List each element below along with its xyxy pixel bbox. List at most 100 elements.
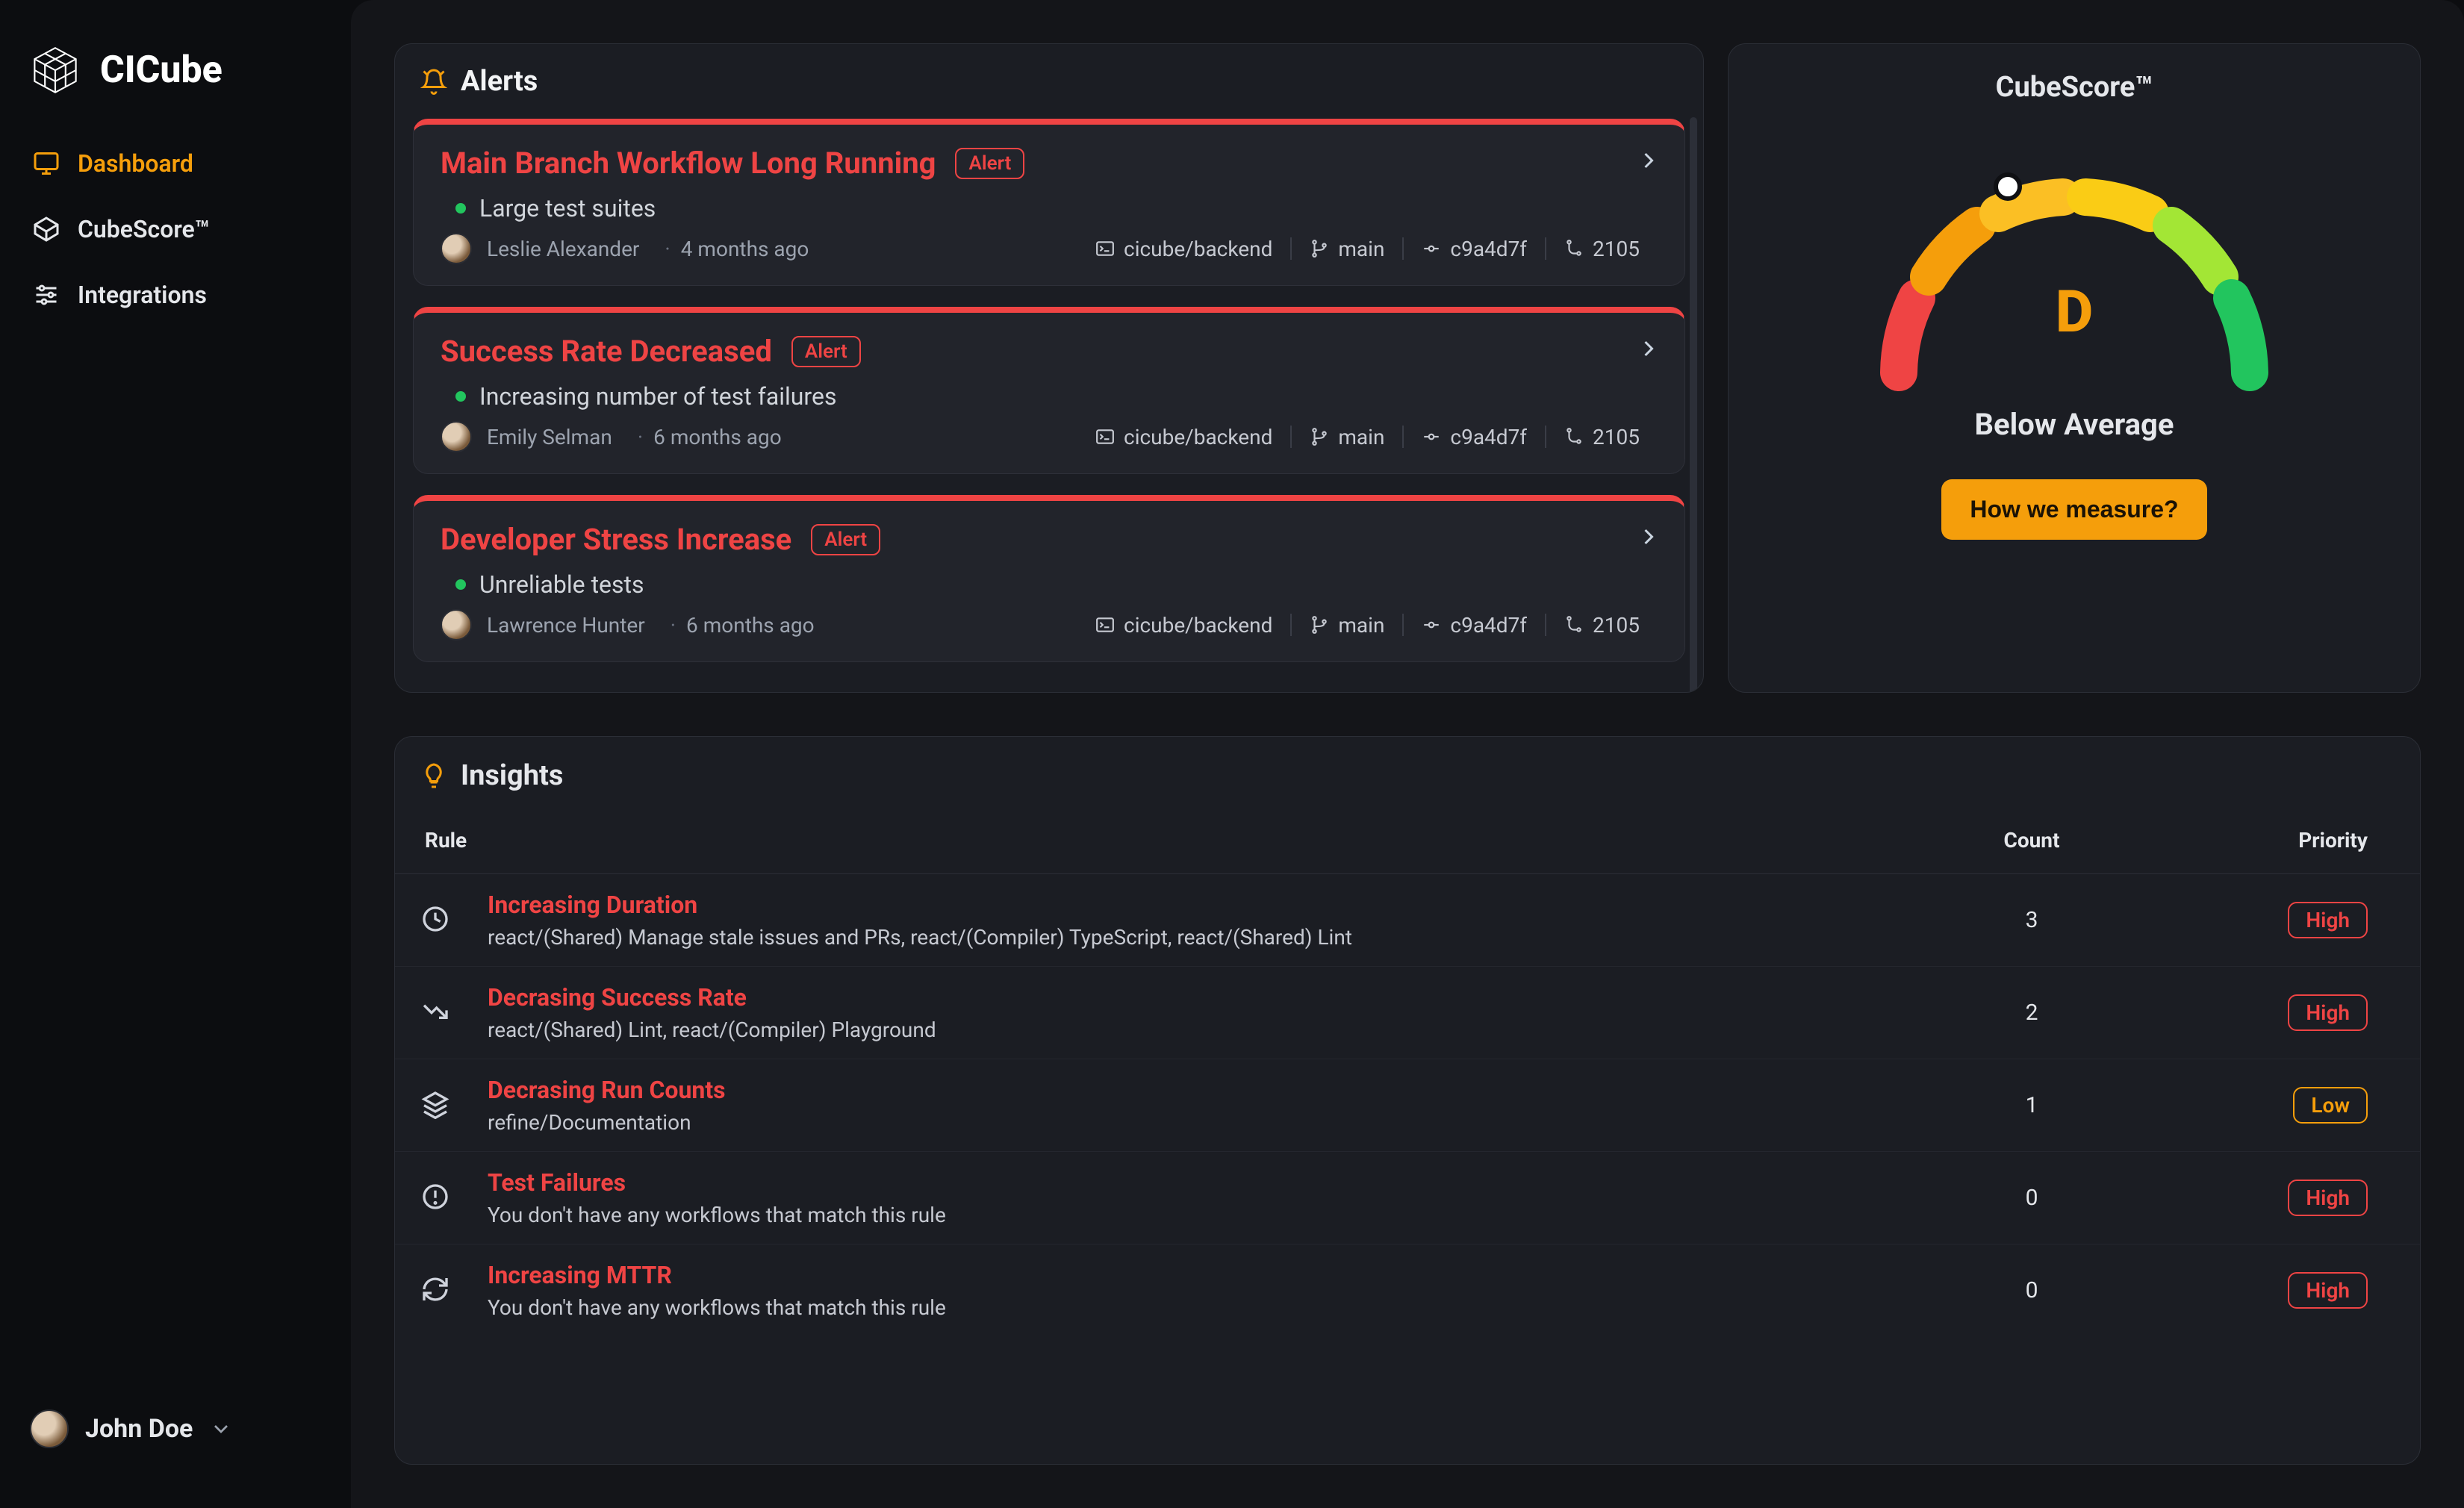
alert-subtitle: Large test suites	[441, 181, 1658, 233]
git-branch-icon	[1310, 427, 1329, 446]
alerts-title: Alerts	[461, 65, 538, 98]
terminal-icon	[1095, 239, 1115, 258]
terminal-icon	[1095, 615, 1115, 635]
insight-name: Decrasing Run Counts	[488, 1076, 1935, 1104]
alert-time: 4 months ago	[654, 237, 809, 261]
commit-chip: c9a4d7f	[1404, 425, 1545, 449]
sidebar-item-cubescore[interactable]: CubeScore™	[15, 199, 336, 260]
username: John Doe	[85, 1414, 193, 1444]
col-priority: Priority	[2129, 828, 2368, 853]
alert-author: Emily Selman 6 months ago	[441, 421, 782, 452]
insight-desc: react/(Shared) Manage stale issues and P…	[488, 925, 1935, 950]
alert-meta: cicube/backend main c9a4d7f 2105	[1077, 237, 1658, 261]
gauge-icon	[1850, 149, 2298, 387]
refresh-icon	[420, 1274, 488, 1307]
insight-name: Decrasing Success Rate	[488, 983, 1935, 1012]
brand: CICube	[0, 30, 351, 133]
repo-chip: cicube/backend	[1077, 613, 1290, 638]
monitor-icon	[33, 150, 60, 177]
insight-count: 0	[1935, 1185, 2129, 1211]
alert-meta: cicube/backend main c9a4d7f 2105	[1077, 425, 1658, 449]
avatar	[30, 1409, 69, 1448]
run-chip: 2105	[1546, 425, 1658, 449]
insights-table-head: Rule Count Priority	[395, 807, 2420, 874]
sidebar-item-label: CubeScore™	[78, 215, 210, 243]
box-icon	[33, 216, 60, 243]
alert-circle-icon	[420, 1182, 488, 1215]
insight-row[interactable]: Test Failures You don't have any workflo…	[395, 1152, 2420, 1244]
commit-chip: c9a4d7f	[1404, 237, 1545, 261]
chevron-right-icon	[1635, 335, 1662, 365]
alerts-header: Alerts	[395, 44, 1703, 116]
insight-desc: react/(Shared) Lint, react/(Compiler) Pl…	[488, 1018, 1935, 1042]
alert-card[interactable]: Success Rate Decreased Alert Increasing …	[413, 307, 1685, 474]
priority-badge: Low	[2293, 1087, 2368, 1124]
insight-row[interactable]: Increasing Duration react/(Shared) Manag…	[395, 874, 2420, 967]
cubescore-label: Below Average	[1975, 407, 2174, 442]
cubescore-gauge: D	[1850, 149, 2298, 387]
branch-chip: main	[1292, 237, 1402, 261]
insight-desc: You don't have any workflows that match …	[488, 1203, 1935, 1227]
insight-row[interactable]: Decrasing Run Counts refine/Documentatio…	[395, 1059, 2420, 1152]
alert-badge: Alert	[791, 336, 861, 367]
main: Alerts Main Branch Workflow Long Running…	[351, 0, 2464, 1508]
insights-header: Insights	[395, 737, 2420, 807]
priority-badge: High	[2288, 902, 2368, 938]
repo-chip: cicube/backend	[1077, 237, 1290, 261]
cubescore-title: CubeScore™	[1996, 65, 2153, 126]
nav: Dashboard CubeScore™ Integrations	[0, 133, 351, 325]
avatar	[441, 421, 472, 452]
chevron-down-icon	[209, 1417, 233, 1441]
status-dot-icon	[455, 579, 466, 590]
bell-icon	[420, 68, 447, 95]
col-rule: Rule	[425, 828, 1935, 853]
priority-badge: High	[2288, 1272, 2368, 1309]
insight-row[interactable]: Decrasing Success Rate react/(Shared) Li…	[395, 967, 2420, 1059]
sidebar-item-dashboard[interactable]: Dashboard	[15, 133, 336, 194]
git-branch-icon	[1310, 239, 1329, 258]
run-chip: 2105	[1546, 237, 1658, 261]
clock-icon	[420, 904, 488, 937]
alert-title: Developer Stress Increase	[441, 522, 791, 557]
alert-author: Lawrence Hunter 6 months ago	[441, 609, 815, 641]
insight-count: 0	[1935, 1277, 2129, 1303]
brand-name: CICube	[100, 49, 223, 92]
alerts-scroll[interactable]: Main Branch Workflow Long Running Alert …	[395, 116, 1703, 692]
sidebar-item-integrations[interactable]: Integrations	[15, 264, 336, 325]
git-branch-icon	[1310, 615, 1329, 635]
cube-logo-icon	[30, 45, 81, 96]
lightbulb-icon	[420, 762, 447, 789]
alert-time: 6 months ago	[627, 425, 782, 449]
alert-card[interactable]: Main Branch Workflow Long Running Alert …	[413, 119, 1685, 286]
gauge-needle	[1994, 172, 2022, 201]
insight-desc: You don't have any workflows that match …	[488, 1295, 1935, 1320]
status-dot-icon	[455, 391, 466, 402]
layers-icon	[420, 1089, 488, 1122]
trend-down-icon	[420, 997, 488, 1029]
cubescore-grade: D	[1850, 278, 2298, 346]
terminal-icon	[1095, 427, 1115, 446]
user-menu[interactable]: John Doe	[0, 1392, 351, 1478]
avatar	[441, 609, 472, 641]
git-commit-icon	[1422, 427, 1441, 446]
how-we-measure-button[interactable]: How we measure?	[1941, 479, 2206, 540]
insight-row[interactable]: Increasing MTTR You don't have any workf…	[395, 1244, 2420, 1336]
alert-subtitle: Unreliable tests	[441, 557, 1658, 609]
alert-badge: Alert	[955, 148, 1024, 179]
git-commit-icon	[1422, 615, 1441, 635]
branch-chip: main	[1292, 425, 1402, 449]
branch-chip: main	[1292, 613, 1402, 638]
insight-name: Increasing Duration	[488, 891, 1935, 919]
cubescore-panel: CubeScore™ D Be	[1728, 43, 2421, 693]
insight-name: Increasing MTTR	[488, 1261, 1935, 1289]
col-count: Count	[1935, 828, 2129, 853]
priority-badge: High	[2288, 1180, 2368, 1216]
alert-title: Main Branch Workflow Long Running	[441, 146, 936, 181]
sidebar: CICube Dashboard CubeScore™ Integrations…	[0, 0, 351, 1508]
git-merge-icon	[1564, 427, 1584, 446]
repo-chip: cicube/backend	[1077, 425, 1290, 449]
insights-title: Insights	[461, 759, 563, 792]
insight-count: 3	[1935, 907, 2129, 933]
insight-desc: refine/Documentation	[488, 1110, 1935, 1135]
alert-card[interactable]: Developer Stress Increase Alert Unreliab…	[413, 495, 1685, 662]
